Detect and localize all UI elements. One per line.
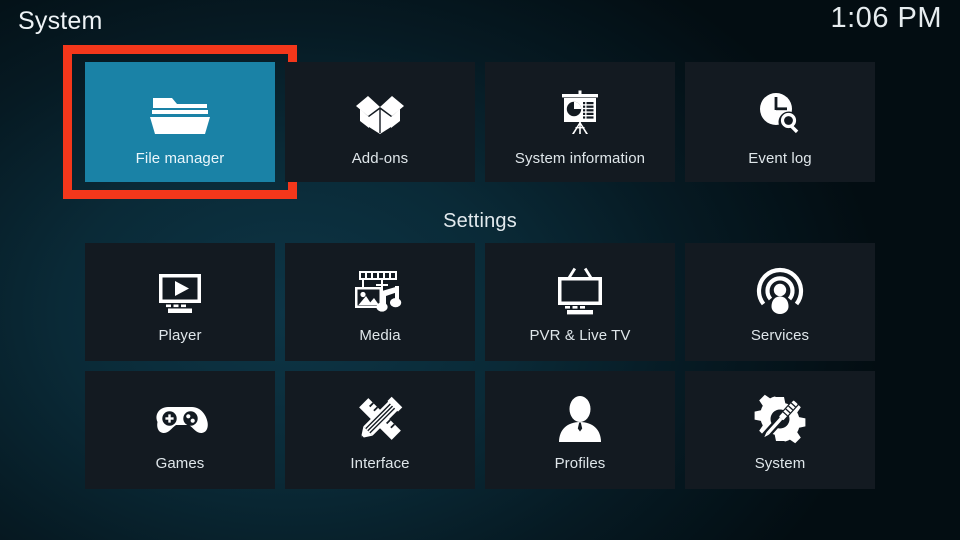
tile-label: File manager: [135, 150, 225, 167]
settings-heading: Settings: [443, 210, 517, 232]
folder-icon: [149, 84, 211, 142]
tile-interface[interactable]: Interface: [285, 371, 475, 489]
tile-label: Add-ons: [351, 150, 409, 167]
tile-media[interactable]: Media: [285, 243, 475, 361]
tile-pvr-live-tv[interactable]: PVR & Live TV: [485, 243, 675, 361]
broadcast-person-icon: [749, 263, 811, 319]
gamepad-icon: [149, 391, 211, 447]
settings-tile-grid: Player Media PVR & Live TV Services Game…: [85, 243, 875, 489]
tile-label: Media: [359, 327, 401, 344]
tile-label: Profiles: [554, 455, 606, 472]
tile-label: Services: [750, 327, 810, 344]
tile-label: Player: [158, 327, 202, 344]
tile-label: System: [754, 455, 806, 472]
tile-system-information[interactable]: System information: [485, 62, 675, 182]
tile-add-ons[interactable]: Add-ons: [285, 62, 475, 182]
filmstrip-photo-music-icon: [349, 263, 411, 319]
tile-games[interactable]: Games: [85, 371, 275, 489]
tile-system[interactable]: System: [685, 371, 875, 489]
open-box-icon: [349, 84, 411, 142]
tile-label: System information: [514, 150, 646, 167]
gear-screwdriver-icon: [749, 391, 811, 447]
monitor-play-icon: [149, 263, 211, 319]
tile-label: Interface: [350, 455, 410, 472]
tile-file-manager[interactable]: File manager: [63, 45, 297, 199]
tile-profiles[interactable]: Profiles: [485, 371, 675, 489]
top-tile-grid: File manager Add-ons System information …: [63, 45, 875, 199]
header-bar: System 1:06 PM: [0, 0, 960, 48]
tv-antenna-icon: [549, 263, 611, 319]
presentation-icon: [549, 84, 611, 142]
clock: 1:06 PM: [830, 2, 942, 34]
tile-event-log[interactable]: Event log: [685, 62, 875, 182]
person-bust-icon: [549, 391, 611, 447]
tile-label: Event log: [748, 150, 812, 167]
tile-player[interactable]: Player: [85, 243, 275, 361]
pencil-ruler-icon: [349, 391, 411, 447]
tile-label: PVR & Live TV: [529, 327, 631, 344]
kodi-system-screen: System 1:06 PM File manager Add-ons Syst…: [0, 0, 960, 540]
clock-search-icon: [749, 84, 811, 142]
page-title: System: [18, 7, 103, 35]
tile-label: Games: [155, 455, 205, 472]
tile-services[interactable]: Services: [685, 243, 875, 361]
